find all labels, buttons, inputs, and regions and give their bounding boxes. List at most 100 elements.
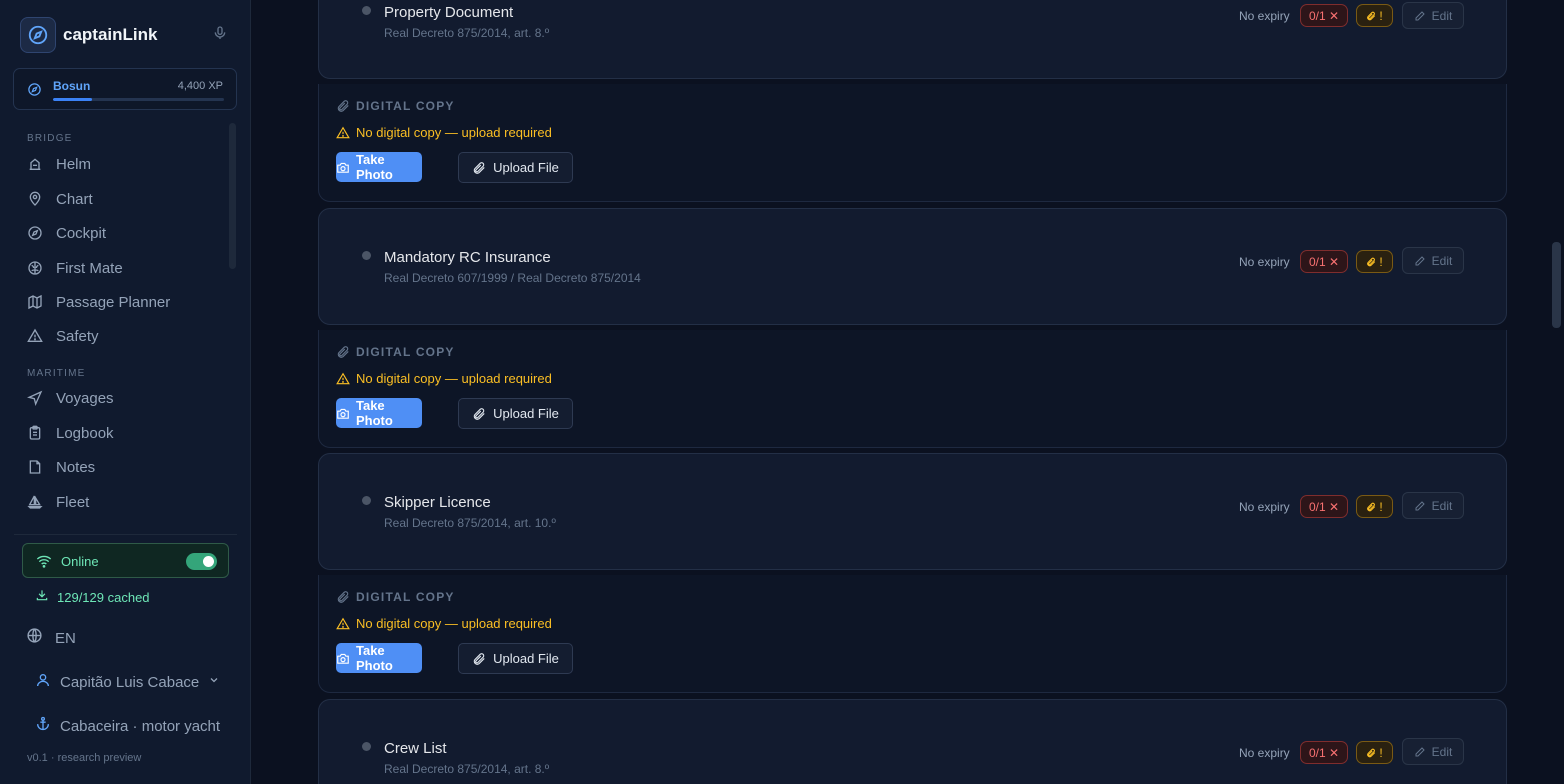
edit-button[interactable]: Edit [1402, 492, 1464, 519]
download-icon [35, 588, 49, 607]
take-photo-button[interactable]: Take Photo [336, 398, 422, 428]
nav-item-label: Helm [56, 155, 92, 173]
digital-copy-warning: No digital copy — upload required [336, 125, 552, 140]
status-dot [362, 742, 371, 751]
language-selector[interactable]: EN [26, 627, 76, 649]
rank-name: Bosun [53, 79, 91, 93]
take-photo-button[interactable]: Take Photo [336, 152, 422, 182]
edit-label: Edit [1431, 744, 1453, 759]
copy-count-badge: 0/1 ✕ [1300, 741, 1348, 764]
digital-copy-warning: No digital copy — upload required [336, 616, 552, 631]
camera-icon [336, 652, 350, 665]
warning-icon [336, 372, 350, 386]
status-dot [362, 496, 371, 505]
nav-item-label: Chart [56, 190, 93, 208]
upload-file-button[interactable]: Upload File [458, 643, 573, 674]
nav-item-logbook[interactable]: Logbook [27, 420, 114, 446]
edit-button[interactable]: Edit [1402, 247, 1464, 274]
upload-file-button[interactable]: Upload File [458, 398, 573, 429]
digital-copy-header: DIGITAL COPY [336, 99, 455, 113]
attachment-warning-badge: ! [1356, 741, 1393, 764]
nav-item-cockpit[interactable]: Cockpit [27, 220, 106, 246]
section-label-bridge: BRIDGE [27, 133, 73, 144]
vessel-name: Cabaceira · motor yacht [60, 717, 220, 735]
globe-icon [26, 627, 43, 649]
sidebar-scrollbar[interactable] [229, 123, 236, 269]
online-label: Online [61, 554, 99, 569]
nav-item-passage-planner[interactable]: Passage Planner [27, 289, 170, 315]
pencil-icon [1414, 10, 1426, 22]
note-icon [27, 459, 43, 475]
nav-item-label: Fleet [56, 493, 90, 511]
online-toggle[interactable] [186, 553, 217, 570]
compass-icon [27, 82, 42, 102]
nav-item-notes[interactable]: Notes [27, 454, 95, 480]
attachment-warning-badge: ! [1356, 495, 1393, 518]
paperclip-icon [1366, 257, 1376, 267]
brand[interactable]: captainLink [20, 17, 157, 53]
warning-text: No digital copy — upload required [356, 371, 552, 386]
attachment-warning-badge: ! [1356, 250, 1393, 273]
take-photo-button[interactable]: Take Photo [336, 643, 422, 673]
nav-item-helm[interactable]: Helm [27, 151, 91, 177]
nav-item-chart[interactable]: Chart [27, 186, 93, 212]
pencil-icon [1414, 255, 1426, 267]
camera-icon [336, 407, 350, 420]
toggle-knob [203, 556, 214, 567]
camera-icon [336, 161, 350, 174]
user-name: Capitão Luis Cabaceira [60, 673, 200, 691]
edit-button[interactable]: Edit [1402, 2, 1464, 29]
nav-item-first-mate[interactable]: First Mate [27, 255, 123, 281]
expiry-label: No expiry [1239, 500, 1290, 514]
compass-icon [27, 225, 43, 241]
upload-file-button[interactable]: Upload File [458, 152, 573, 183]
paperclip-icon [336, 590, 350, 604]
attachment-badge-text: ! [1379, 745, 1383, 760]
document-card-rc-insurance: Mandatory RC Insurance Real Decreto 607/… [318, 208, 1507, 325]
page-scrollbar-thumb[interactable] [1552, 242, 1561, 328]
wifi-icon [36, 554, 52, 573]
edit-button[interactable]: Edit [1402, 738, 1464, 765]
language-label: EN [55, 629, 76, 647]
navigation-icon [27, 390, 43, 406]
document-subtitle: Real Decreto 875/2014, art. 8.º [384, 26, 550, 40]
nav-item-fleet[interactable]: Fleet [27, 489, 89, 515]
cache-label: 129/129 cached [57, 590, 150, 605]
attachment-badge-text: ! [1379, 254, 1383, 269]
nav-item-label: First Mate [56, 259, 123, 277]
nav-item-voyages[interactable]: Voyages [27, 385, 114, 411]
upload-file-label: Upload File [493, 406, 559, 421]
warning-icon [336, 617, 350, 631]
paperclip-icon [336, 99, 350, 113]
attachment-badge-text: ! [1379, 499, 1383, 514]
document-card-crew-list: Crew List Real Decreto 875/2014, art. 8.… [318, 699, 1507, 784]
document-card-property: Property Document Real Decreto 875/2014,… [318, 0, 1507, 79]
paperclip-icon [1366, 11, 1376, 21]
nav-item-safety[interactable]: Safety [27, 323, 99, 349]
brain-icon [27, 260, 43, 276]
section-label-maritime: MARITIME [27, 368, 86, 379]
document-subtitle: Real Decreto 607/1999 / Real Decreto 875… [384, 271, 641, 285]
chevron-down-icon [208, 673, 220, 691]
page-scrollbar-track[interactable] [1550, 0, 1564, 784]
document-title: Crew List [384, 740, 447, 757]
edit-label: Edit [1431, 498, 1453, 513]
document-card-skipper-licence: Skipper Licence Real Decreto 875/2014, a… [318, 453, 1507, 570]
digital-copy-label: DIGITAL COPY [356, 590, 455, 604]
clipboard-icon [27, 425, 43, 441]
paperclip-icon [472, 407, 486, 421]
digital-copy-warning: No digital copy — upload required [336, 371, 552, 386]
nav-item-label: Safety [56, 327, 99, 345]
user-menu[interactable]: Capitão Luis Cabaceira [35, 670, 225, 694]
take-photo-label: Take Photo [356, 643, 393, 673]
digital-copy-panel: DIGITAL COPY No digital copy — upload re… [318, 330, 1507, 448]
microphone-icon[interactable] [212, 24, 228, 47]
xp-progress-bar [53, 98, 224, 101]
digital-copy-panel: DIGITAL COPY No digital copy — upload re… [318, 84, 1507, 202]
paperclip-icon [336, 345, 350, 359]
vessel-selector[interactable]: Cabaceira · motor yacht [35, 714, 225, 738]
rank-card[interactable]: Bosun 4,400 XP [13, 68, 237, 110]
digital-copy-label: DIGITAL COPY [356, 345, 455, 359]
expiry-label: No expiry [1239, 9, 1290, 23]
warning-icon [336, 126, 350, 140]
